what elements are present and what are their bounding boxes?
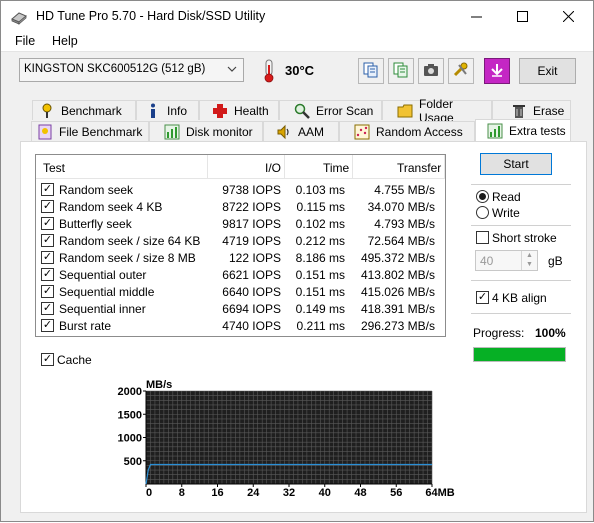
x-tick-label: 24 xyxy=(247,487,260,499)
x-tick-label: 8 xyxy=(179,487,185,499)
x-tick-label: 40 xyxy=(319,487,331,499)
y-tick-label: 2000 xyxy=(118,386,142,398)
y-tick-label: 1000 xyxy=(118,433,142,445)
x-tick-label: 32 xyxy=(283,487,295,499)
x-tick-label: 64MB xyxy=(425,487,454,499)
y-tick-label: 500 xyxy=(124,456,142,468)
x-tick-label: 16 xyxy=(211,487,223,499)
x-tick-label: 56 xyxy=(390,487,402,499)
transfer-chart-svg: 500 1000 1500 2000 0 8 16 24 32 40 48 56 64MB xyxy=(118,386,455,499)
x-tick-label: 48 xyxy=(354,487,366,499)
x-tick-label: 0 xyxy=(146,487,152,499)
y-tick-label: 1500 xyxy=(118,409,142,421)
app-window: HD Tune Pro 5.70 - Hard Disk/SSD Utility… xyxy=(0,0,594,522)
